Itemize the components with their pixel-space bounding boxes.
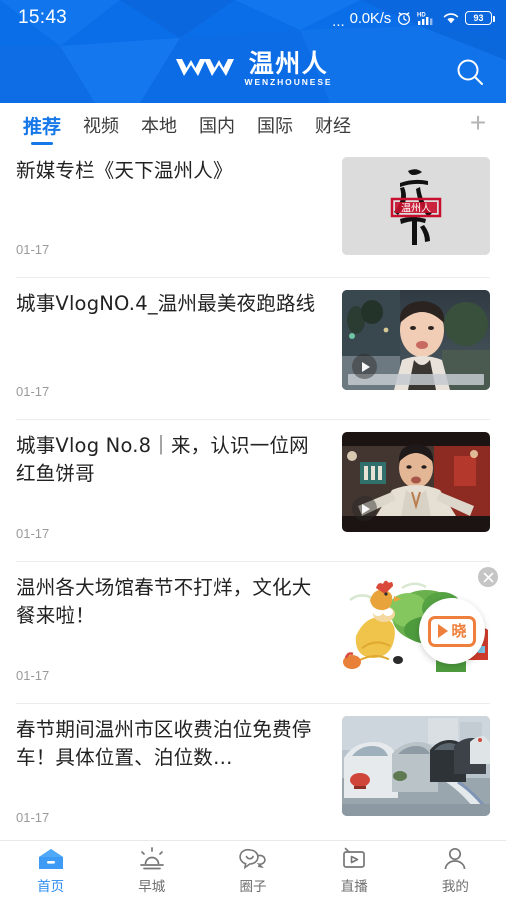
wifi-icon [442, 10, 460, 26]
logo-english-name: WENZHOUNESE [244, 77, 333, 88]
nav-label: 我的 [441, 878, 469, 895]
close-ad-button[interactable] [478, 567, 498, 587]
tab-finance[interactable]: 财经 [304, 103, 362, 147]
article-date: 01-17 [16, 668, 50, 683]
logo-text: 温州人 WENZHOUNESE [244, 48, 333, 88]
bottom-navigation-bar: 首页 早城 圈子 直播 我的 [0, 840, 506, 900]
article-feed[interactable]: 新媒专栏《天下温州人》 01-17 温州人 城事VlogNO.4_温州最美夜跑路… [0, 147, 506, 840]
network-speed-label: 0.0K/s [349, 9, 392, 27]
svg-text:HD: HD [417, 13, 426, 19]
article-thumbnail[interactable]: 温州人 [342, 157, 490, 255]
article-text: 城事Vlog No.8｜来，认识一位网红鱼饼哥 01-17 [16, 432, 342, 561]
calligraphy-thumbnail-image: 温州人 [342, 157, 490, 255]
battery-level-label: 93 [473, 13, 484, 23]
wenzhounese-w-mark-icon [175, 59, 234, 77]
tab-international[interactable]: 国际 [246, 103, 304, 147]
tab-label: 国内 [199, 116, 236, 137]
nav-label: 首页 [37, 878, 65, 895]
article-title: 温州各大场馆春节不打烊，文化大餐来啦！ [16, 576, 312, 628]
nav-item-profile[interactable]: 我的 [405, 847, 506, 895]
live-tv-icon [340, 847, 368, 871]
play-button[interactable] [352, 354, 377, 379]
app-logo: 温州人 WENZHOUNESE [174, 48, 333, 88]
chat-bubbles-icon [239, 847, 267, 871]
nav-item-live[interactable]: 直播 [304, 847, 405, 895]
tab-video[interactable]: 视频 [72, 103, 130, 147]
logo-chinese-name: 温州人 [248, 48, 329, 78]
tab-label: 本地 [141, 116, 178, 137]
tab-local[interactable]: 本地 [130, 103, 188, 147]
alarm-clock-icon [396, 10, 412, 26]
article-title: 城事VlogNO.4_温州最美夜跑路线 [16, 292, 316, 315]
nav-item-circle[interactable]: 圈子 [202, 847, 303, 895]
article-date: 01-17 [16, 384, 50, 399]
plus-icon: + [469, 107, 487, 138]
tab-label: 视频 [83, 116, 120, 137]
tab-recommend[interactable]: 推荐 [12, 103, 72, 147]
article-thumbnail[interactable] [342, 290, 490, 390]
list-item[interactable]: 城事VlogNO.4_温州最美夜跑路线 01-17 [0, 277, 506, 419]
article-text: 春节期间温州市区收费泊位免费停车！具体位置、泊位数… 01-17 [16, 716, 342, 840]
battery-indicator: 93 [465, 11, 495, 25]
article-title: 城事Vlog No.8｜来，认识一位网红鱼饼哥 [16, 434, 309, 486]
status-time: 15:43 [18, 7, 68, 28]
hd-signal-icon: HD [417, 10, 437, 26]
close-icon [483, 572, 493, 582]
nav-label: 直播 [340, 878, 368, 895]
tab-domestic[interactable]: 国内 [188, 103, 246, 147]
list-item[interactable]: 城事Vlog No.8｜来，认识一位网红鱼饼哥 01-17 [0, 419, 506, 561]
nav-label: 早城 [138, 878, 166, 895]
article-title: 春节期间温州市区收费泊位免费停车！具体位置、泊位数… [16, 718, 312, 770]
brand-bar: 温州人 WENZHOUNESE [0, 36, 506, 103]
article-text: 城事VlogNO.4_温州最美夜跑路线 01-17 [16, 290, 342, 419]
article-title: 新媒专栏《天下温州人》 [16, 159, 233, 182]
nav-item-morning-city[interactable]: 早城 [101, 846, 202, 895]
notification-dots-icon: ... [332, 12, 345, 30]
search-button[interactable] [450, 52, 490, 92]
tab-label: 国际 [257, 116, 294, 137]
nav-item-home[interactable]: 首页 [0, 847, 101, 895]
baixiao-logo-icon: 晓 [428, 615, 476, 647]
status-bar: 15:43 ... 0.0K/s HD 93 [0, 0, 506, 36]
baixiao-logo-label: 晓 [451, 621, 467, 640]
floating-ad-button[interactable]: 晓 [419, 598, 485, 664]
tab-label: 财经 [315, 116, 352, 137]
list-item[interactable]: 春节期间温州市区收费泊位免费停车！具体位置、泊位数… 01-17 [0, 703, 506, 840]
article-date: 01-17 [16, 242, 50, 257]
sunrise-icon [139, 846, 165, 871]
svg-text:温州人: 温州人 [401, 203, 431, 215]
parked-cars-thumbnail-image [342, 716, 490, 816]
search-icon [457, 59, 483, 85]
home-icon [38, 847, 64, 871]
person-icon [442, 847, 468, 871]
article-text: 新媒专栏《天下温州人》 01-17 [16, 157, 342, 277]
article-text: 温州各大场馆春节不打烊，文化大餐来啦！ 01-17 [16, 574, 342, 703]
add-channel-button[interactable]: + [456, 103, 500, 147]
article-thumbnail[interactable] [342, 432, 490, 532]
tab-label: 推荐 [23, 115, 62, 138]
nav-label: 圈子 [239, 878, 267, 895]
article-date: 01-17 [16, 526, 50, 541]
category-tab-bar: 推荐 视频 本地 国内 国际 财经 + [0, 103, 506, 147]
article-date: 01-17 [16, 810, 50, 825]
play-button[interactable] [352, 496, 377, 521]
article-thumbnail[interactable] [342, 716, 490, 816]
app-header: 15:43 ... 0.0K/s HD 93 温州人 WENZHOUNESE [0, 0, 506, 103]
list-item[interactable]: 新媒专栏《天下温州人》 01-17 温州人 [0, 147, 506, 277]
status-indicators: ... 0.0K/s HD 93 [332, 9, 495, 30]
